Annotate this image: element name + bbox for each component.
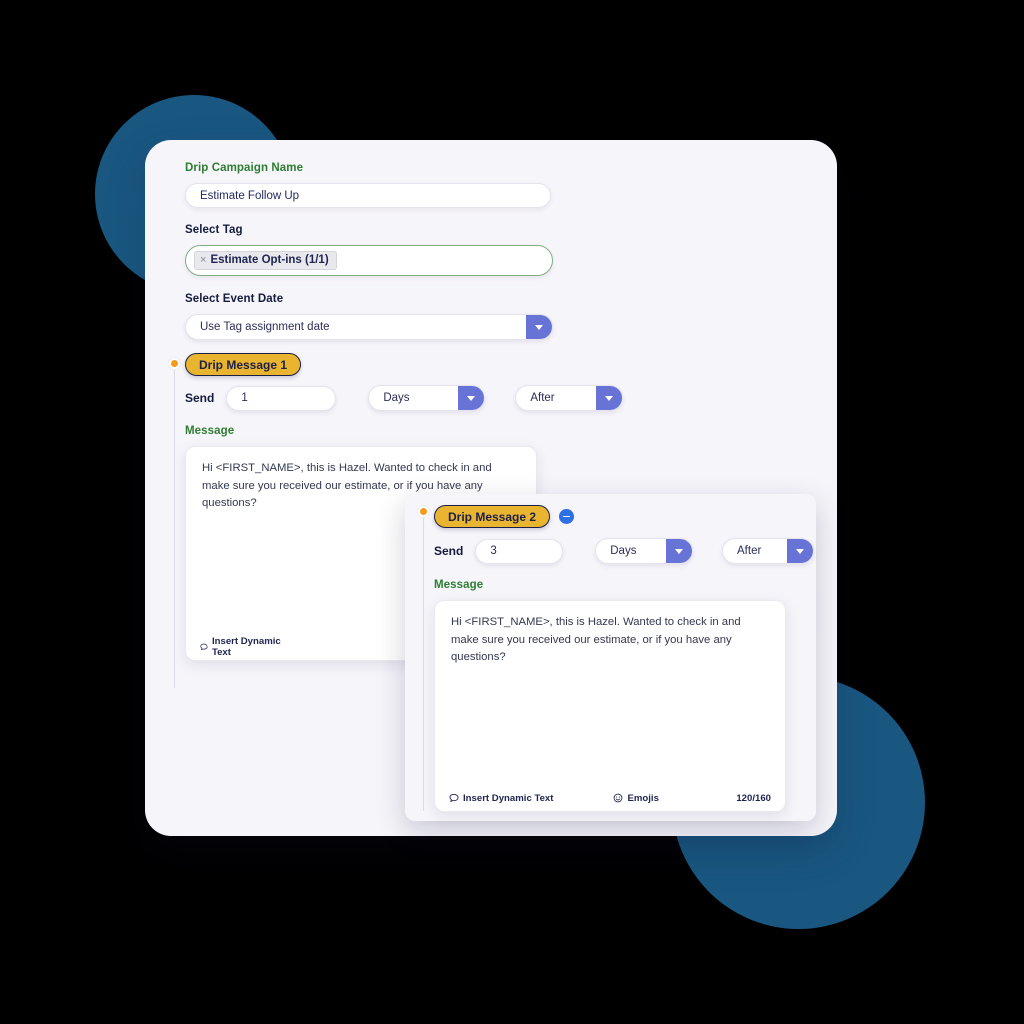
message-text-2: Hi <FIRST_NAME>, this is Hazel. Wanted t… xyxy=(451,616,741,663)
send-unit-select-2[interactable]: Days xyxy=(595,538,694,564)
screenshot-stage: Drip Campaign Name Estimate Follow Up Se… xyxy=(0,0,1024,1024)
event-date-select[interactable]: Use Tag assignment date xyxy=(185,314,553,340)
message-footer-2: Insert Dynamic Text Emojis 120/160 xyxy=(435,785,785,811)
insert-dynamic-text-label-2: Insert Dynamic Text xyxy=(463,792,554,804)
campaign-name-value: Estimate Follow Up xyxy=(200,189,300,202)
emoji-icon xyxy=(614,793,623,803)
select-tag-input[interactable]: × Estimate Opt-ins (1/1) xyxy=(185,245,553,276)
campaign-name-label: Drip Campaign Name xyxy=(185,162,304,174)
event-date-value: Use Tag assignment date xyxy=(200,321,330,333)
send-timing-value-2: After xyxy=(737,545,762,557)
select-tag-label: Select Tag xyxy=(185,224,243,236)
drip-message-1-badge[interactable]: Drip Message 1 xyxy=(185,353,302,376)
insert-dynamic-text-button-2[interactable]: Insert Dynamic Text xyxy=(449,793,553,804)
chevron-down-icon[interactable] xyxy=(458,386,485,410)
send-unit-value-1: Days xyxy=(383,392,410,404)
drip-message-2: Drip Message 2 Send 3 Days After Message xyxy=(434,505,814,812)
insert-dynamic-text-label-1: Insert Dynamic Text xyxy=(211,636,281,658)
drip-message-2-send-row: Send 3 Days After xyxy=(434,538,814,564)
tag-chip[interactable]: × Estimate Opt-ins (1/1) xyxy=(194,251,337,270)
tag-chip-label: Estimate Opt-ins (1/1) xyxy=(210,254,329,266)
timeline-dot-1 xyxy=(169,358,180,369)
send-value-2: 3 xyxy=(490,545,497,557)
drip-message-2-card: Drip Message 2 Send 3 Days After Message xyxy=(405,494,816,821)
emojis-button-2[interactable]: Emojis xyxy=(613,792,659,804)
send-unit-select-1[interactable]: Days xyxy=(368,385,486,411)
send-timing-select-2[interactable]: After xyxy=(722,538,814,564)
send-value-1: 1 xyxy=(241,392,248,404)
send-value-input-1[interactable]: 1 xyxy=(226,385,337,411)
chevron-down-icon[interactable] xyxy=(596,386,623,410)
send-label-2: Send xyxy=(434,544,464,558)
emojis-label-2: Emojis xyxy=(627,792,659,804)
remove-message-icon[interactable] xyxy=(559,509,575,524)
send-label-1: Send xyxy=(185,391,215,405)
timeline-line-1 xyxy=(174,368,176,688)
timeline-line-2 xyxy=(423,516,425,811)
send-timing-select-1[interactable]: After xyxy=(515,385,624,411)
send-timing-value-1: After xyxy=(530,392,555,404)
drip-message-1-send-row: Send 1 Days After xyxy=(185,385,805,411)
tag-chip-remove-icon[interactable]: × xyxy=(200,254,206,266)
chevron-down-icon[interactable] xyxy=(666,539,693,563)
send-unit-value-2: Days xyxy=(610,545,637,557)
send-value-input-2[interactable]: 3 xyxy=(475,538,564,564)
speech-bubble-icon xyxy=(449,793,459,803)
message-textarea-2[interactable]: Hi <FIRST_NAME>, this is Hazel. Wanted t… xyxy=(434,600,786,812)
drip-message-2-badge[interactable]: Drip Message 2 xyxy=(434,505,551,528)
timeline-dot-2 xyxy=(418,506,429,517)
chevron-down-icon[interactable] xyxy=(787,539,813,563)
speech-bubble-icon xyxy=(200,643,208,651)
select-event-date-label: Select Event Date xyxy=(185,293,284,305)
campaign-name-input[interactable]: Estimate Follow Up xyxy=(185,183,551,208)
char-counter-2: 120/160 xyxy=(736,792,771,804)
drip-message-2-header: Drip Message 2 xyxy=(434,505,814,528)
chevron-down-icon[interactable] xyxy=(526,315,552,339)
insert-dynamic-text-button-1[interactable]: Insert Dynamic Text xyxy=(200,636,284,658)
campaign-form: Drip Campaign Name Estimate Follow Up Se… xyxy=(185,162,795,340)
message-label-1: Message xyxy=(185,425,235,437)
message-label-2: Message xyxy=(434,579,484,591)
